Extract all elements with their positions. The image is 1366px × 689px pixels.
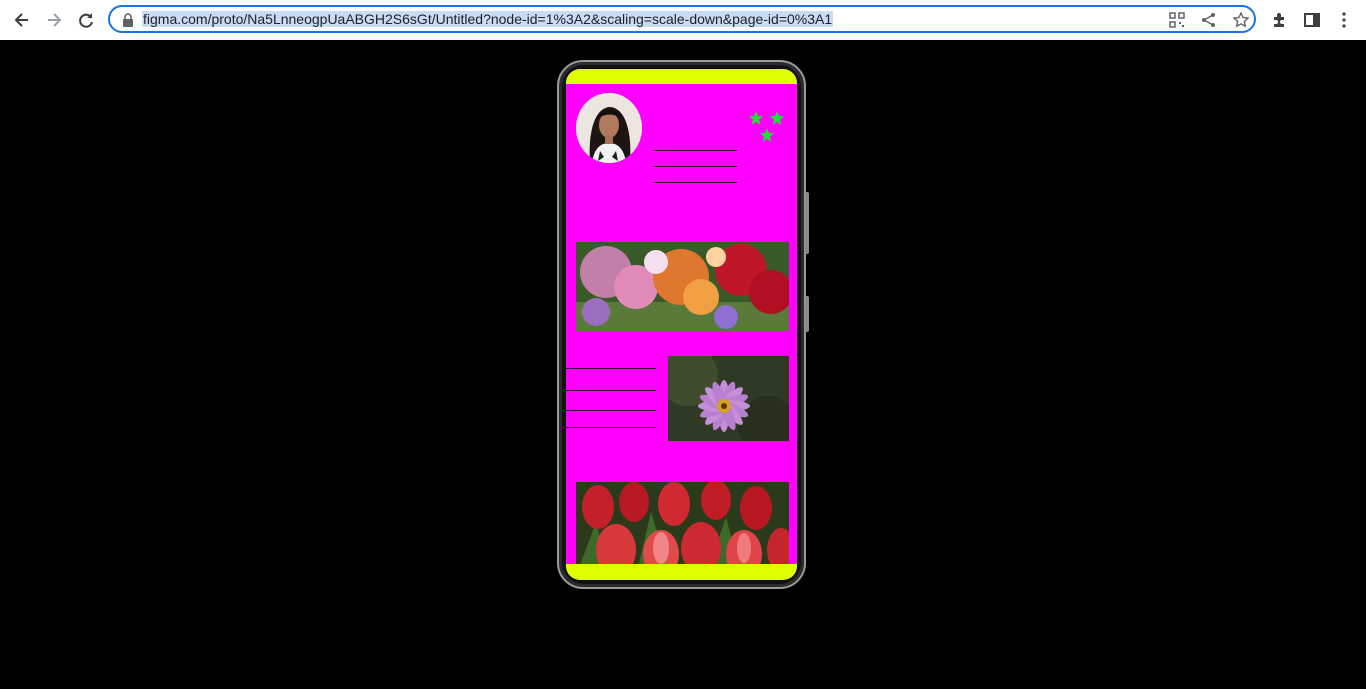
- lock-icon[interactable]: [120, 12, 136, 28]
- back-icon[interactable]: [8, 6, 36, 34]
- side-panel-icon[interactable]: [1298, 6, 1326, 34]
- star-icon: [749, 111, 763, 125]
- text-placeholder-line: [566, 427, 656, 428]
- more-menu-icon[interactable]: [1330, 6, 1358, 34]
- reload-icon[interactable]: [72, 6, 100, 34]
- url-text[interactable]: figma.com/proto/Na5LnneogpUaABGH2S6sGt/U…: [142, 11, 834, 27]
- extensions-icon[interactable]: [1266, 6, 1294, 34]
- qr-code-icon[interactable]: [1168, 11, 1186, 29]
- text-placeholder-line: [566, 410, 656, 411]
- share-icon[interactable]: [1200, 11, 1218, 29]
- text-placeholder-line: [566, 368, 656, 369]
- text-placeholder-line: [653, 166, 737, 167]
- text-placeholder-line: [653, 150, 737, 151]
- address-bar[interactable]: figma.com/proto/Na5LnneogpUaABGH2S6sGt/U…: [108, 5, 1256, 33]
- star-icon: [760, 128, 774, 142]
- phone-side-button: [805, 296, 809, 332]
- flower-garden-image: [576, 242, 789, 331]
- top-bar: [566, 69, 797, 84]
- profile-photo: [576, 93, 642, 163]
- forward-icon[interactable]: [40, 6, 68, 34]
- phone-side-button: [805, 192, 809, 254]
- text-placeholder-line: [653, 182, 737, 183]
- red-tulips-image: [576, 482, 789, 576]
- text-placeholder-line: [566, 390, 656, 391]
- phone-screen[interactable]: [566, 69, 797, 580]
- rating-stars: [749, 111, 784, 142]
- bookmark-star-icon[interactable]: [1232, 11, 1250, 29]
- star-icon: [770, 111, 784, 125]
- bottom-bar: [566, 564, 797, 580]
- purple-daisy-image: [668, 356, 789, 441]
- browser-toolbar: figma.com/proto/Na5LnneogpUaABGH2S6sGt/U…: [0, 0, 1366, 40]
